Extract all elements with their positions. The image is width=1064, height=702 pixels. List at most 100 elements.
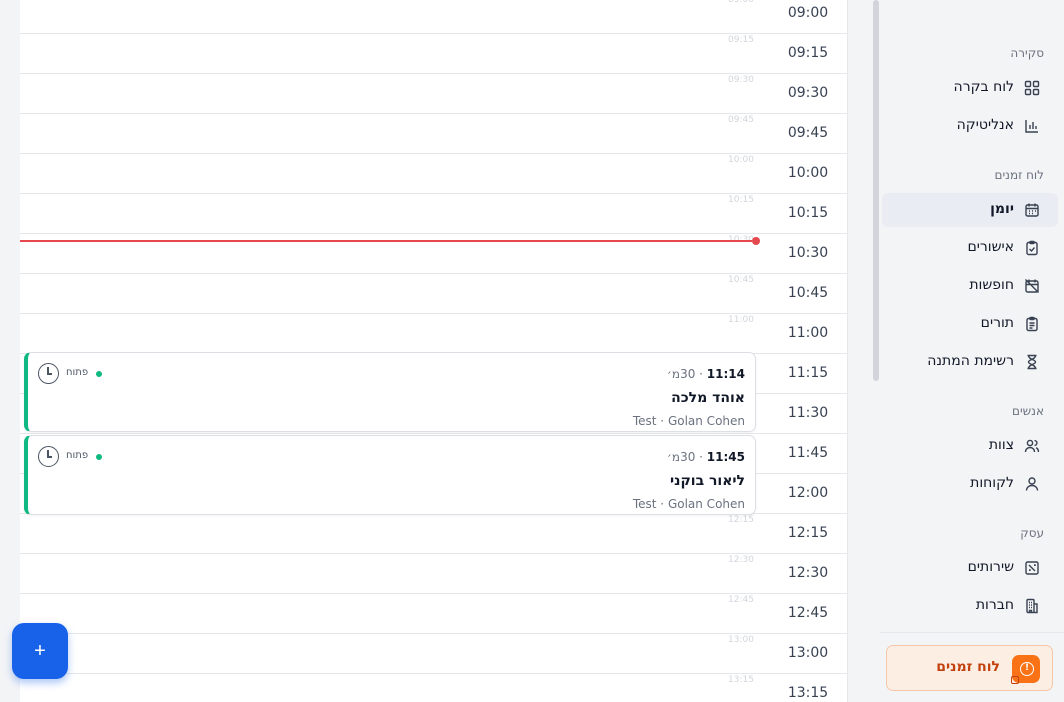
time-slot[interactable]: 12:15 12:15 bbox=[20, 514, 847, 554]
sidebar-item-hourglass[interactable]: רשימת המתנה bbox=[882, 345, 1058, 379]
time-slot-label: 12:45 bbox=[787, 605, 829, 621]
appointment-card[interactable]: פתוח 11:45 · 30מ׳ ליאור בוקני Test · Golan … bbox=[24, 435, 756, 515]
sidebar-section-title: אנשים bbox=[1012, 404, 1044, 418]
appointment-meta: 11:45 · 30מ׳ bbox=[667, 450, 745, 464]
user-icon bbox=[1024, 476, 1040, 492]
appointment-details: Test · Golan Cohen bbox=[633, 497, 745, 511]
add-appointment-button[interactable]: + bbox=[12, 623, 68, 679]
sidebar-item-users[interactable]: צוות bbox=[882, 429, 1058, 463]
detail-separator: · bbox=[656, 497, 668, 511]
sidebar-item-label: אישורים bbox=[967, 239, 1014, 255]
sidebar-item-label: חברות bbox=[975, 597, 1014, 613]
meta-separator: · bbox=[695, 450, 707, 464]
schedule-alert-label: לוח זמנים bbox=[936, 659, 1000, 675]
time-slot[interactable]: 09:15 09:15 bbox=[20, 34, 847, 74]
time-slot-label: 13:15 bbox=[787, 685, 829, 701]
sidebar-item-label: רשימת המתנה bbox=[927, 353, 1014, 369]
meta-separator: · bbox=[695, 367, 707, 381]
schedule-alert-button[interactable]: לוח זמנים bbox=[886, 645, 1053, 691]
time-slot-mini-label: 11:00 bbox=[728, 315, 754, 325]
customer-name: אוהד מלכה bbox=[671, 390, 745, 406]
appointment-status: פתוח bbox=[66, 450, 89, 461]
time-slot[interactable]: 09:00 09:00 bbox=[20, 0, 847, 34]
detail-separator: · bbox=[656, 414, 668, 428]
time-slot[interactable]: 13:00 13:00 bbox=[20, 634, 847, 674]
time-slot-mini-label: 10:00 bbox=[728, 155, 754, 165]
status-dot bbox=[96, 454, 102, 460]
current-time-line bbox=[20, 240, 752, 242]
time-slot[interactable]: 09:30 09:30 bbox=[20, 74, 847, 114]
services-icon bbox=[1024, 560, 1040, 576]
time-slot-mini-label: 12:15 bbox=[728, 515, 754, 525]
sidebar-item-label: יומן bbox=[990, 201, 1014, 217]
sidebar: סקירה לוח בקרה אנליטיקה לוח זמנים יומן אישורי… bbox=[880, 0, 1064, 702]
time-slot[interactable]: 13:15 13:15 bbox=[20, 674, 847, 702]
service-name: Test bbox=[632, 497, 657, 511]
time-slot-label: 10:15 bbox=[787, 205, 829, 221]
sidebar-item-services[interactable]: שירותים bbox=[882, 551, 1058, 585]
time-slot-label: 11:00 bbox=[787, 325, 829, 341]
time-slot-label: 10:45 bbox=[787, 285, 829, 301]
time-slot-label: 09:00 bbox=[787, 5, 829, 21]
sidebar-scrollbar[interactable] bbox=[873, 0, 879, 381]
time-slot-label: 12:00 bbox=[787, 485, 829, 501]
time-slot-label: 09:15 bbox=[787, 45, 829, 61]
sidebar-item-label: תורים bbox=[980, 315, 1014, 331]
sidebar-divider bbox=[880, 632, 1064, 633]
hourglass-icon bbox=[1024, 354, 1040, 370]
time-slot-mini-label: 12:45 bbox=[728, 595, 754, 605]
sidebar-item-user[interactable]: לקוחות bbox=[882, 467, 1058, 501]
sidebar-item-building[interactable]: חברות bbox=[882, 589, 1058, 623]
staff-name: Golan Cohen bbox=[667, 497, 745, 511]
clock-icon[interactable] bbox=[38, 363, 59, 384]
staff-name: Golan Cohen bbox=[667, 414, 745, 428]
time-slot[interactable]: 12:30 12:30 bbox=[20, 554, 847, 594]
time-slot-mini-label: 09:30 bbox=[728, 75, 754, 85]
sidebar-item-calendar-off[interactable]: חופשות bbox=[882, 269, 1058, 303]
sidebar-section-title: סקירה bbox=[1010, 46, 1044, 60]
customer-name: ליאור בוקני bbox=[669, 473, 745, 489]
time-slot-mini-label: 09:45 bbox=[728, 115, 754, 125]
time-slot-label: 10:00 bbox=[787, 165, 829, 181]
building-icon bbox=[1024, 598, 1040, 614]
clock-icon[interactable] bbox=[38, 446, 59, 467]
time-slot-label: 11:30 bbox=[787, 405, 829, 421]
status-dot bbox=[96, 371, 102, 377]
clipboard-list-icon bbox=[1024, 316, 1040, 332]
sidebar-item-label: אנליטיקה bbox=[956, 117, 1014, 133]
sidebar-item-clipboard-check[interactable]: אישורים bbox=[882, 231, 1058, 265]
appointment-details: Test · Golan Cohen bbox=[633, 414, 745, 428]
mini-calendar-icon bbox=[1011, 676, 1019, 684]
time-slot-mini-label: 09:15 bbox=[728, 35, 754, 45]
users-icon bbox=[1024, 438, 1040, 454]
sidebar-item-label: חופשות bbox=[969, 277, 1014, 293]
time-slot[interactable]: 10:45 10:45 bbox=[20, 274, 847, 314]
time-slot-mini-label: 10:15 bbox=[728, 195, 754, 205]
time-slot-label: 09:30 bbox=[787, 85, 829, 101]
appointment-meta: 11:14 · 30מ׳ bbox=[667, 367, 745, 381]
time-slot-mini-label: 13:15 bbox=[728, 675, 754, 685]
sidebar-item-dashboard-grid[interactable]: לוח בקרה bbox=[882, 71, 1058, 105]
time-slot-label: 13:00 bbox=[787, 645, 829, 661]
sidebar-item-bar-chart[interactable]: אנליטיקה bbox=[882, 109, 1058, 143]
appointment-card[interactable]: פתוח 11:14 · 30מ׳ אוהד מלכה Test · Golan Co… bbox=[24, 352, 756, 432]
appointment-duration: 30מ׳ bbox=[666, 450, 696, 464]
time-slot-label: 11:15 bbox=[787, 365, 829, 381]
sidebar-item-calendar[interactable]: יומן bbox=[882, 193, 1058, 227]
sidebar-item-label: שירותים bbox=[967, 559, 1014, 575]
time-slot-label: 09:45 bbox=[787, 125, 829, 141]
time-slot-mini-label: 10:45 bbox=[728, 275, 754, 285]
calendar-icon bbox=[1024, 202, 1040, 218]
dashboard-grid-icon bbox=[1024, 80, 1040, 96]
sidebar-item-label: צוות bbox=[988, 437, 1014, 453]
sidebar-item-clipboard-list[interactable]: תורים bbox=[882, 307, 1058, 341]
time-slot[interactable]: 09:45 09:45 bbox=[20, 114, 847, 154]
time-slot[interactable]: 11:00 11:00 bbox=[20, 314, 847, 354]
sidebar-section-title: לוח זמנים bbox=[994, 168, 1045, 182]
time-slot[interactable]: 10:15 10:15 bbox=[20, 194, 847, 234]
sidebar-item-label: לוח בקרה bbox=[953, 79, 1014, 95]
time-slot[interactable]: 12:45 12:45 bbox=[20, 594, 847, 634]
calendar-off-icon bbox=[1024, 278, 1040, 294]
time-slot[interactable]: 10:00 10:00 bbox=[20, 154, 847, 194]
time-slot-label: 12:30 bbox=[787, 565, 829, 581]
